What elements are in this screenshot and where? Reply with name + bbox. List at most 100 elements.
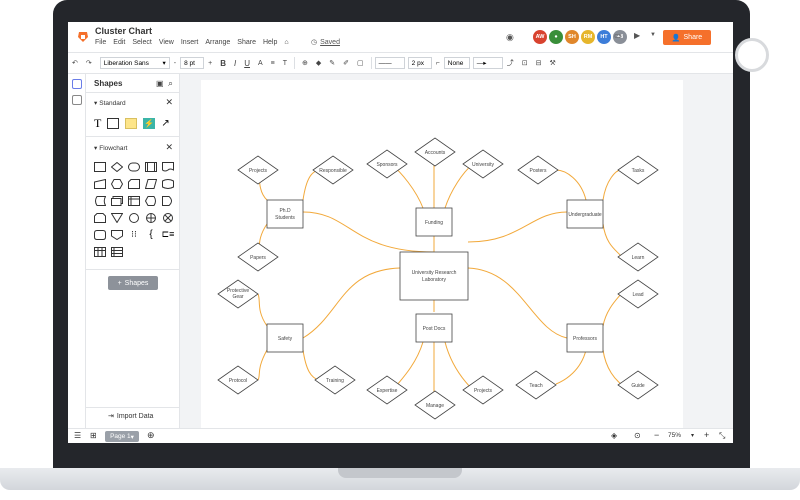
curly-brace-icon[interactable]: { bbox=[145, 229, 157, 240]
list-view-icon[interactable]: ☰ bbox=[74, 431, 81, 440]
lightning-shape-icon[interactable]: ⚡ bbox=[143, 118, 156, 129]
connector-shape-icon[interactable] bbox=[128, 212, 140, 223]
line-style-select[interactable]: —— bbox=[374, 57, 405, 69]
brace-icon[interactable]: ⁝⁝ bbox=[128, 229, 140, 240]
node-phd[interactable] bbox=[266, 199, 304, 229]
search-icon[interactable]: ⌕ bbox=[168, 78, 173, 89]
underline-button[interactable]: U bbox=[240, 53, 254, 73]
chevron-down-icon[interactable]: ▾ bbox=[691, 432, 694, 439]
display-shape-icon[interactable] bbox=[145, 195, 157, 206]
text-shape-icon[interactable]: T bbox=[94, 116, 101, 131]
italic-button[interactable]: I bbox=[230, 53, 240, 73]
flowchart-section-header[interactable]: ▾ Flowchart bbox=[94, 144, 127, 153]
magic-wand-icon[interactable]: ⚒ bbox=[546, 53, 560, 73]
menu-help[interactable]: Help bbox=[263, 39, 277, 46]
card-shape-icon[interactable] bbox=[128, 178, 140, 189]
zoom-level[interactable]: 75% bbox=[668, 432, 681, 439]
video-icon[interactable]: ▶ bbox=[634, 31, 640, 40]
avatar[interactable]: RM bbox=[581, 30, 595, 44]
data-shape-icon[interactable] bbox=[145, 178, 157, 189]
flip-icon[interactable]: ⤴ bbox=[503, 53, 518, 73]
grid-view-icon[interactable]: ⊞ bbox=[90, 431, 97, 440]
menu-share[interactable]: Share bbox=[237, 39, 256, 46]
diagram-page[interactable]: University Research Laboratory Ph.D Stud… bbox=[201, 80, 683, 428]
menu-edit[interactable]: Edit bbox=[113, 39, 125, 46]
multi-document-icon[interactable] bbox=[111, 195, 123, 206]
avatar[interactable]: SH bbox=[565, 30, 579, 44]
undo-icon[interactable]: ↶ bbox=[68, 53, 82, 73]
menu-insert[interactable]: Insert bbox=[181, 39, 199, 46]
node-center[interactable] bbox=[399, 251, 469, 301]
font-size-increase[interactable]: + bbox=[204, 53, 216, 73]
manual-input-icon[interactable] bbox=[94, 178, 106, 189]
preparation-icon[interactable] bbox=[111, 178, 123, 189]
present-icon[interactable]: ▭ bbox=[614, 31, 622, 40]
shapes-rail-icon[interactable] bbox=[72, 79, 82, 89]
sticky-note-icon[interactable] bbox=[125, 118, 138, 129]
eye-icon[interactable]: ◉ bbox=[506, 32, 514, 43]
font-family-select[interactable]: Liberation Sans ▾ bbox=[99, 57, 170, 69]
font-size-select[interactable]: 8 pt bbox=[180, 57, 205, 69]
chevron-down-icon[interactable]: ▼ bbox=[650, 32, 656, 38]
gift-icon[interactable]: ⌂ bbox=[284, 39, 288, 46]
zoom-in-button[interactable]: + bbox=[704, 430, 709, 440]
table-shape-icon[interactable] bbox=[94, 246, 106, 257]
add-page-icon[interactable]: ⊕ bbox=[147, 430, 155, 441]
style-icon[interactable]: ✐ bbox=[339, 53, 353, 73]
database-shape-icon[interactable] bbox=[162, 178, 174, 189]
off-page-icon[interactable] bbox=[111, 229, 123, 240]
start-endpoint-select[interactable]: None bbox=[443, 57, 470, 69]
close-icon[interactable]: ✕ bbox=[165, 97, 173, 108]
zoom-out-button[interactable]: − bbox=[654, 430, 659, 440]
layers-rail-icon[interactable] bbox=[72, 95, 82, 105]
summing-junction-icon[interactable] bbox=[162, 212, 174, 223]
share-button[interactable]: 👤 Share bbox=[663, 30, 711, 45]
merge-shape-icon[interactable] bbox=[111, 212, 123, 223]
line-shape-icon[interactable]: ⌐ bbox=[432, 53, 444, 73]
terminator-shape-icon[interactable] bbox=[128, 161, 140, 172]
position-icon[interactable]: ⊕ bbox=[298, 53, 312, 73]
menu-arrange[interactable]: Arrange bbox=[205, 39, 230, 46]
standard-section-header[interactable]: ▾ Standard bbox=[94, 99, 126, 108]
bold-button[interactable]: B bbox=[216, 53, 230, 73]
menu-view[interactable]: View bbox=[159, 39, 174, 46]
avatar[interactable]: HT bbox=[597, 30, 611, 44]
line-width-select[interactable]: 2 px bbox=[407, 57, 432, 69]
shadow-icon[interactable]: ▢ bbox=[353, 53, 368, 73]
list-shape-icon[interactable] bbox=[111, 246, 123, 257]
close-icon[interactable]: ✕ bbox=[165, 142, 173, 153]
rectangle-shape-icon[interactable] bbox=[107, 118, 120, 129]
internal-storage-icon[interactable] bbox=[128, 195, 140, 206]
add-shapes-button[interactable]: + Shapes bbox=[108, 276, 158, 290]
menu-file[interactable]: File bbox=[95, 39, 106, 46]
fit-icon[interactable]: ⊙ bbox=[634, 431, 641, 440]
menu-select[interactable]: Select bbox=[132, 39, 151, 46]
or-shape-icon[interactable] bbox=[145, 212, 157, 223]
sequential-data-icon[interactable] bbox=[94, 229, 106, 240]
document-shape-icon[interactable] bbox=[162, 161, 174, 172]
document-title[interactable]: Cluster Chart bbox=[95, 26, 152, 36]
annotation-icon[interactable]: ⊏≡ bbox=[162, 229, 175, 240]
arrow-line-icon[interactable]: ↗ bbox=[161, 118, 169, 129]
end-endpoint-select[interactable]: —▸ bbox=[472, 57, 503, 69]
stored-data-icon[interactable] bbox=[94, 195, 106, 206]
line-color-icon[interactable]: ✎ bbox=[325, 53, 339, 73]
delay-shape-icon[interactable] bbox=[162, 195, 174, 206]
layers-icon[interactable]: ◈ bbox=[611, 431, 617, 440]
decision-shape-icon[interactable] bbox=[111, 161, 123, 172]
fill-color-icon[interactable]: ◆ bbox=[312, 53, 325, 73]
lock-icon[interactable]: ⊡ bbox=[518, 53, 532, 73]
collapse-icon[interactable]: ⤡ bbox=[719, 431, 725, 441]
avatar-photo[interactable]: ● bbox=[549, 30, 563, 44]
text-options-icon[interactable]: T bbox=[279, 53, 291, 73]
align-icon[interactable]: ≡ bbox=[267, 53, 279, 73]
page-tab[interactable]: Page 1 ▾ bbox=[105, 431, 139, 442]
loop-limit-icon[interactable] bbox=[94, 212, 106, 223]
container-icon[interactable]: ⊟ bbox=[532, 53, 546, 73]
import-data-button[interactable]: ⇥ Import Data bbox=[108, 412, 153, 421]
text-color-icon[interactable]: A bbox=[254, 53, 267, 73]
image-icon[interactable]: ▣ bbox=[156, 79, 164, 88]
font-size-decrease[interactable]: - bbox=[170, 53, 180, 73]
predefined-process-icon[interactable] bbox=[145, 161, 157, 172]
avatar[interactable]: AW bbox=[533, 30, 547, 44]
